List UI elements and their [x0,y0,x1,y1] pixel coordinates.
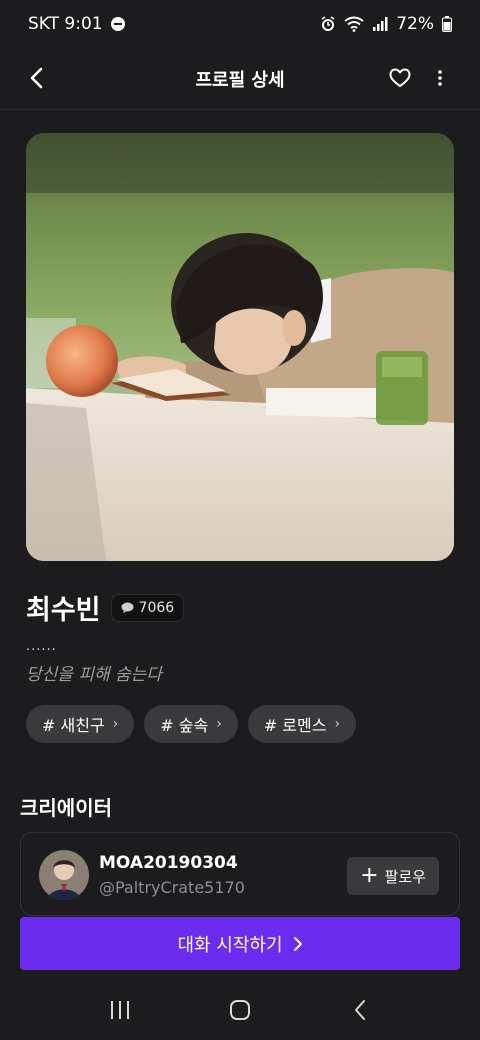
tag-list: # 새친구 › # 숲속 › # 로멘스 › [26,705,357,743]
home-button[interactable] [220,990,260,1030]
creator-section-title: 크리에이터 [20,796,112,820]
name-row: 최수빈 7066 [26,588,185,627]
tag-chip[interactable]: # 숲속 › [144,705,238,743]
creator-avatar[interactable] [39,850,89,900]
more-options-button[interactable] [426,62,454,94]
heart-icon [389,68,411,87]
wifi-icon [344,16,364,32]
battery-percent: 72% [396,14,434,34]
do-not-disturb-icon [110,17,125,31]
app-header: 프로필 상세 [0,48,480,110]
creator-card[interactable]: MOA20190304 @PaltryCrate5170 + 팔로우 [20,832,460,916]
chat-count: 7066 [138,599,175,616]
home-icon [230,1000,250,1020]
tag-label: # 숲속 [160,716,209,735]
creator-name: MOA20190304 [99,853,238,873]
recent-apps-button[interactable] [100,990,140,1030]
chevron-right-icon: › [334,716,341,732]
battery-icon [442,16,452,32]
back-button[interactable] [20,62,52,94]
more-vertical-icon [438,70,442,86]
chevron-right-icon: › [216,716,222,732]
favorite-button[interactable] [384,62,416,94]
chevron-right-icon [293,936,302,951]
tag-chip[interactable]: # 새친구 › [26,705,135,743]
description-dots: ...... [26,639,57,654]
tag-label: # 로멘스 [263,716,327,735]
carrier-time: SKT 9:01 [28,14,103,34]
back-arrow-icon [355,1000,365,1020]
signal-icon [373,17,388,31]
tag-label: # 새친구 [42,716,105,735]
tag-chip[interactable]: # 로멘스 › [247,705,357,743]
plus-icon: + [360,863,379,888]
chevron-right-icon: › [112,716,119,732]
system-nav-bar [0,980,480,1040]
status-right: 72% [320,14,452,34]
chat-count-badge: 7066 [110,593,185,622]
recent-apps-icon [111,1001,129,1019]
page-title: 프로필 상세 [195,69,285,91]
follow-label: 팔로우 [384,867,426,886]
chevron-left-icon [30,67,43,89]
profile-photo [26,133,454,561]
start-chat-button[interactable]: 대화 시작하기 [20,917,460,970]
system-back-button[interactable] [340,990,380,1030]
alarm-icon [321,16,335,31]
follow-button[interactable]: + 팔로우 [347,857,439,895]
creator-handle: @PaltryCrate5170 [99,878,245,897]
profile-image [26,133,454,561]
chat-bubble-icon [121,602,134,613]
status-bar: SKT 9:01 72% [0,0,480,48]
tagline: 당신을 피해 숨는다 [26,665,162,685]
start-chat-label: 대화 시작하기 [177,934,283,956]
avatar-image [39,850,89,900]
status-left: SKT 9:01 [28,14,125,34]
character-name: 최수빈 [26,595,101,626]
